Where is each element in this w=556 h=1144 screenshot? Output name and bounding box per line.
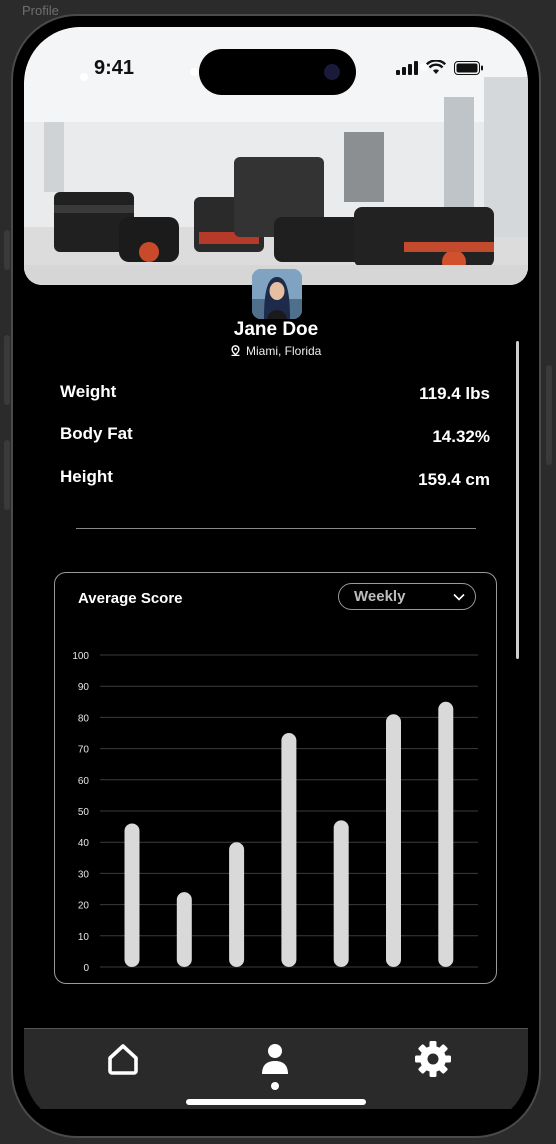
phone-frame: 9:41 Jane Doe Miami, Florida Weight 119.… — [11, 14, 541, 1138]
y-tick-label: 30 — [78, 869, 90, 880]
tab-bar — [24, 1028, 528, 1109]
battery-icon — [454, 60, 483, 75]
stat-row-weight: Weight 119.4 lbs — [60, 382, 490, 404]
wifi-icon — [426, 60, 446, 74]
home-icon — [108, 1044, 138, 1075]
settings-icon — [415, 1041, 451, 1077]
home-indicator[interactable] — [186, 1099, 366, 1105]
profile-name: Jane Doe — [233, 319, 319, 340]
y-tick-label: 50 — [78, 807, 90, 818]
stat-label: Weight — [60, 382, 117, 401]
period-select-value: Weekly — [354, 588, 406, 605]
phone-screen: 9:41 Jane Doe Miami, Florida Weight 119.… — [24, 27, 528, 1125]
card-title: Average Score — [78, 590, 183, 607]
location-text: Miami, Florida — [245, 344, 322, 358]
profile-location: Miami, Florida — [24, 344, 528, 358]
y-tick-label: 10 — [78, 932, 90, 943]
bar-3 — [229, 842, 245, 967]
period-select[interactable]: Weekly — [338, 583, 476, 610]
y-tick-label: 80 — [78, 713, 90, 724]
stat-value: 159.4 cm — [418, 470, 490, 489]
stat-row-body-fat: Body Fat 14.32% — [60, 424, 490, 447]
active-tab-indicator — [271, 1082, 279, 1090]
y-tick-label: 20 — [78, 901, 90, 912]
status-time: 9:41 — [94, 57, 135, 79]
y-tick-label: 100 — [72, 651, 89, 662]
bar-4 — [281, 733, 297, 967]
stat-label: Body Fat — [60, 424, 133, 443]
bar-5 — [333, 820, 349, 967]
profile-icon — [262, 1044, 288, 1074]
volume-up-button — [4, 335, 10, 405]
gym-cover-image: 9:41 — [24, 27, 528, 285]
volume-down-button — [4, 440, 10, 510]
average-score-card: Average Score Weekly 100 90 80 70 60 50 40 30 20… — [54, 572, 497, 984]
camera-icon — [324, 64, 340, 80]
power-button — [546, 365, 552, 465]
cellular-signal-icon — [396, 60, 418, 75]
y-tick-label: 40 — [78, 838, 90, 849]
bar-2 — [176, 892, 192, 967]
average-score-chart: 1009080706050403020100 — [72, 651, 478, 974]
chevron-down-icon — [453, 593, 465, 601]
y-tick-label: 70 — [78, 745, 90, 756]
status-icons — [396, 60, 484, 75]
stat-value: 14.32% — [432, 427, 490, 446]
divider — [76, 528, 476, 529]
y-tick-label: 90 — [78, 682, 90, 693]
action-button — [4, 230, 10, 270]
dynamic-island — [199, 49, 356, 95]
location-pin-icon — [231, 345, 240, 356]
bar-6 — [386, 714, 401, 967]
bar-1 — [124, 823, 140, 967]
y-tick-label: 0 — [83, 963, 89, 974]
stat-value: 119.4 lbs — [419, 384, 490, 403]
avatar[interactable] — [252, 269, 302, 319]
frame-label: Profile — [22, 3, 59, 18]
tab-settings[interactable] — [413, 1039, 453, 1079]
tab-home[interactable] — [103, 1039, 143, 1079]
bar-7 — [438, 701, 454, 967]
tab-profile[interactable] — [255, 1039, 295, 1079]
y-tick-label: 60 — [78, 776, 90, 787]
scrollbar[interactable] — [516, 341, 519, 659]
stat-row-height: Height 159.4 cm — [60, 467, 490, 490]
stat-label: Height — [60, 467, 113, 486]
